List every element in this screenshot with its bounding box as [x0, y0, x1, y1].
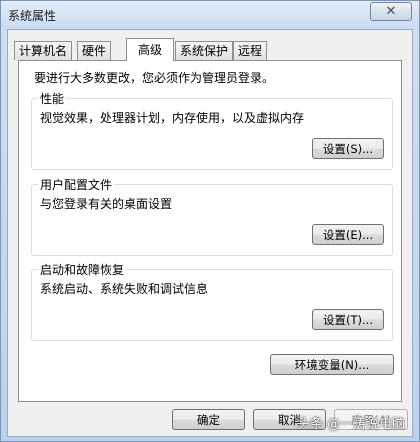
- tab-computer-name[interactable]: 计算机名: [14, 41, 73, 60]
- startup-recovery-settings-button[interactable]: 设置(T)...: [312, 309, 384, 330]
- performance-settings-button[interactable]: 设置(S)...: [312, 138, 384, 159]
- user-profiles-group: 用户配置文件 与您登录有关的桌面设置 设置(E)...: [31, 176, 393, 256]
- performance-description: 视觉效果，处理器计划，内存使用，以及虚拟内存: [40, 111, 305, 125]
- user-profiles-description: 与您登录有关的桌面设置: [40, 197, 173, 211]
- tab-remote[interactable]: 远程: [233, 41, 268, 60]
- startup-recovery-description: 系统启动、系统失败和调试信息: [40, 282, 209, 296]
- close-button[interactable]: ✕: [370, 2, 412, 21]
- tab-advanced[interactable]: 高级: [126, 38, 174, 61]
- admin-note: 要进行大多数更改，您必须作为管理员登录。: [34, 71, 275, 85]
- environment-variables-button[interactable]: 环境变量(N)...: [270, 354, 394, 375]
- dialog-client: 计算机名 硬件 高级 系统保护 远程 要进行大多数更改，您必须作为管理员登录。 …: [7, 29, 413, 437]
- startup-recovery-group: 启动和故障恢复 系统启动、系统失败和调试信息 设置(T)...: [31, 261, 393, 341]
- close-icon: ✕: [385, 4, 397, 19]
- performance-title: 性能: [38, 90, 67, 107]
- tab-hardware[interactable]: 硬件: [77, 41, 112, 60]
- advanced-panel: 要进行大多数更改，您必须作为管理员登录。 性能 视觉效果，处理器计划，内存使用，…: [18, 60, 402, 402]
- window-title: 系统属性: [8, 9, 57, 23]
- startup-recovery-title: 启动和故障恢复: [38, 261, 127, 278]
- performance-group: 性能 视觉效果，处理器计划，内存使用，以及虚拟内存 设置(S)...: [31, 90, 393, 170]
- ok-button[interactable]: 确定: [172, 409, 245, 430]
- watermark-text: 头条 @一涛说电脑: [296, 417, 405, 432]
- tab-system-protection[interactable]: 系统保护: [175, 41, 234, 60]
- user-profiles-settings-button[interactable]: 设置(E)...: [312, 224, 384, 245]
- user-profiles-title: 用户配置文件: [38, 176, 115, 193]
- title-bar[interactable]: 系统属性 ✕: [1, 1, 419, 29]
- system-properties-window: 系统属性 ✕ 计算机名 硬件 高级 系统保护 远程 要进行大多数更改，您必须作为…: [0, 0, 420, 442]
